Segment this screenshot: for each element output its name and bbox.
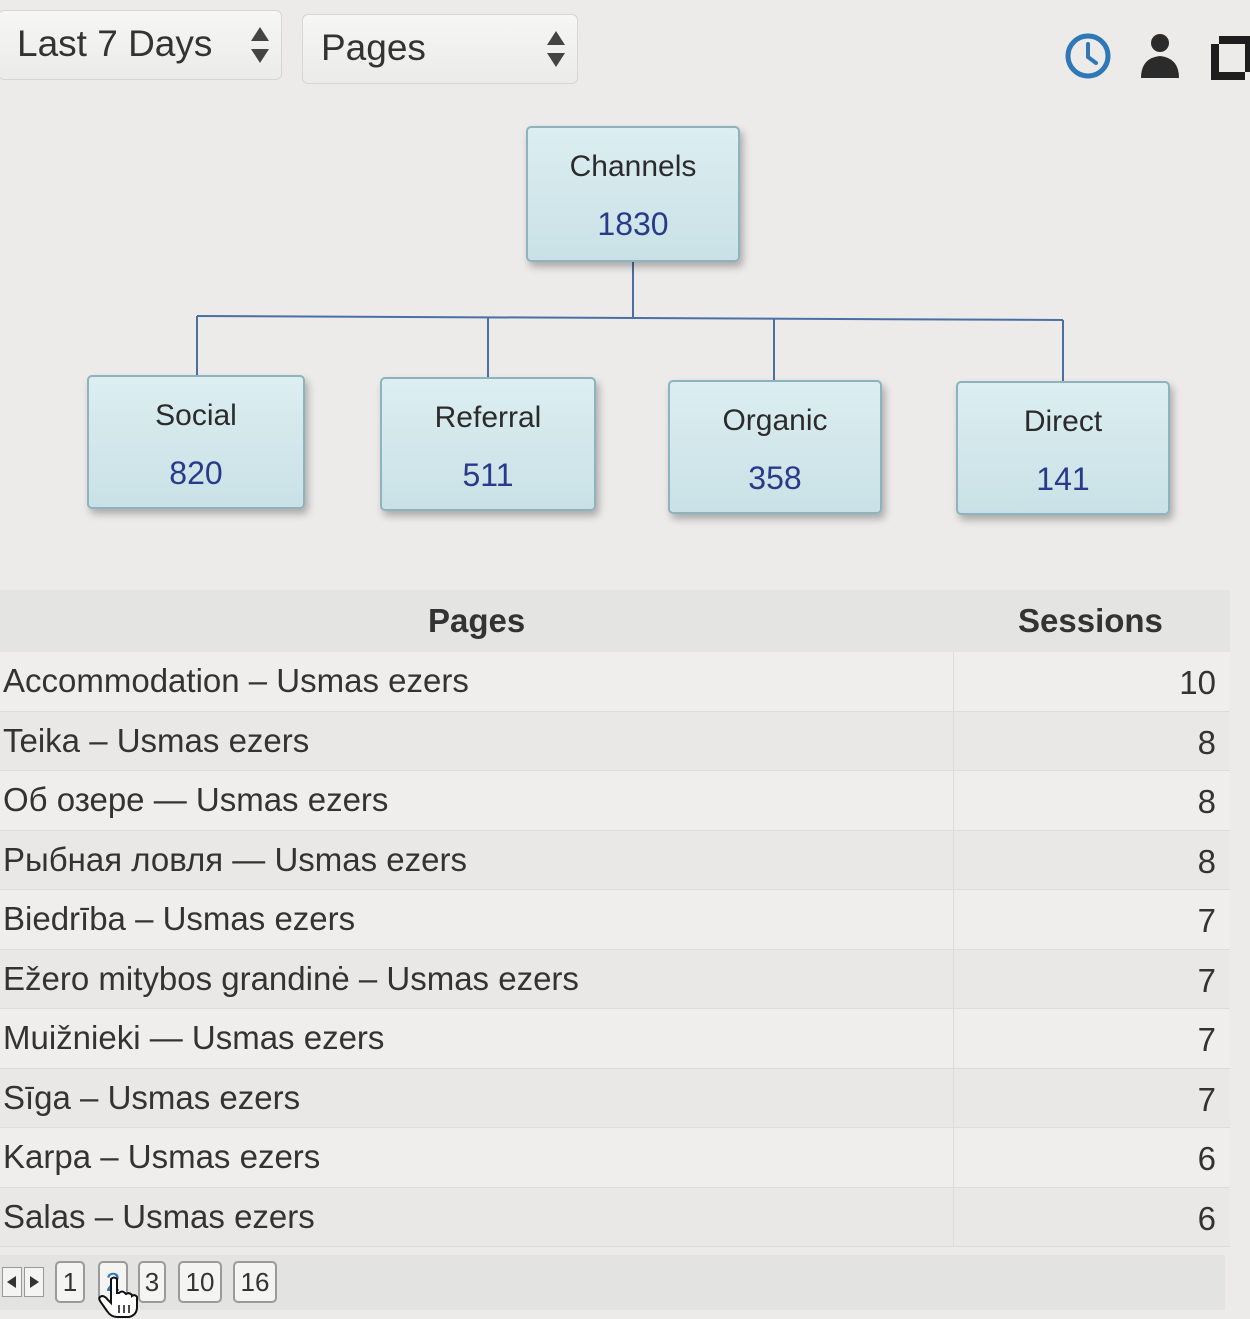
sessions-cell: 8 xyxy=(1197,842,1216,880)
hand-cursor-icon xyxy=(98,1276,138,1318)
table-row[interactable]: Об озере — Usmas ezers 8 xyxy=(0,771,1230,831)
column-header-sessions[interactable]: Sessions xyxy=(1018,602,1163,640)
page-button-1[interactable]: 1 xyxy=(55,1261,85,1303)
column-header-pages[interactable]: Pages xyxy=(428,602,525,640)
sessions-cell: 8 xyxy=(1197,783,1216,820)
pages-table: Pages Sessions Accommodation – Usmas eze… xyxy=(0,590,1230,1247)
node-label: Referral xyxy=(434,401,542,434)
node-value: 141 xyxy=(1036,461,1090,497)
node-label: Channels xyxy=(569,150,697,183)
tree-node-direct[interactable]: Direct 141 xyxy=(956,381,1170,515)
column-divider xyxy=(953,1009,954,1068)
page-cell: Sīga – Usmas ezers xyxy=(3,1078,301,1116)
column-divider xyxy=(953,652,954,711)
page-cell: Рыбная ловля — Usmas ezers xyxy=(3,840,467,878)
page-cell: Salas – Usmas ezers xyxy=(3,1197,315,1235)
table-row[interactable]: Teika – Usmas ezers 8 xyxy=(0,711,1230,771)
page-button-10[interactable]: 10 xyxy=(178,1261,222,1303)
node-label: Organic xyxy=(722,404,828,437)
table-row[interactable]: Muižnieki — Usmas ezers 7 xyxy=(0,1009,1230,1069)
page-cell: Muižnieki — Usmas ezers xyxy=(3,1019,385,1056)
sessions-cell: 7 xyxy=(1197,961,1216,999)
node-value: 820 xyxy=(169,455,223,491)
pagination-bar: 1 2 3 10 16 xyxy=(0,1255,1225,1310)
triangle-right-icon xyxy=(30,1276,39,1288)
table-row[interactable]: Sīga – Usmas ezers 7 xyxy=(0,1068,1230,1128)
page-cell: Ežero mitybos grandinė – Usmas ezers xyxy=(3,959,579,997)
page-cell: Accommodation – Usmas ezers xyxy=(3,662,469,699)
table-header: Pages Sessions xyxy=(0,590,1230,652)
page-cell: Об озере — Usmas ezers xyxy=(3,781,389,818)
tree-node-social[interactable]: Social 820 xyxy=(87,375,305,509)
column-divider xyxy=(953,830,954,889)
tree-node-organic[interactable]: Organic 358 xyxy=(668,380,882,514)
node-label: Social xyxy=(155,399,237,432)
sessions-cell: 6 xyxy=(1197,1140,1216,1177)
sessions-cell: 8 xyxy=(1197,723,1216,761)
triangle-left-icon xyxy=(7,1276,16,1288)
column-divider xyxy=(953,1128,954,1187)
tree-node-root[interactable]: Channels 1830 xyxy=(526,126,740,262)
sessions-cell: 6 xyxy=(1197,1199,1216,1237)
column-divider xyxy=(953,890,954,949)
table-row[interactable]: Biedrība – Usmas ezers 7 xyxy=(0,890,1230,950)
node-value: 511 xyxy=(462,457,514,493)
table-row[interactable]: Karpa – Usmas ezers 6 xyxy=(0,1128,1230,1188)
sessions-cell: 7 xyxy=(1197,902,1216,939)
node-value: 1830 xyxy=(597,206,669,242)
table-row[interactable]: Accommodation – Usmas ezers 10 xyxy=(0,652,1230,712)
next-page-button[interactable] xyxy=(24,1267,44,1297)
sessions-cell: 7 xyxy=(1197,1080,1216,1118)
prev-page-button[interactable] xyxy=(2,1267,22,1297)
table-row[interactable]: Salas – Usmas ezers 6 xyxy=(0,1187,1230,1247)
column-divider xyxy=(953,711,954,770)
node-label: Direct xyxy=(1023,405,1103,438)
page-button-16[interactable]: 16 xyxy=(233,1261,277,1303)
table-row[interactable]: Ežero mitybos grandinė – Usmas ezers 7 xyxy=(0,949,1230,1009)
sessions-cell: 7 xyxy=(1197,1021,1216,1058)
column-divider xyxy=(953,949,954,1008)
tree-node-referral[interactable]: Referral 511 xyxy=(380,377,596,511)
node-value: 358 xyxy=(748,460,802,496)
column-divider xyxy=(953,1068,954,1127)
table-body: Accommodation – Usmas ezers 10 Teika – Us… xyxy=(0,652,1230,1247)
column-divider xyxy=(953,1187,954,1246)
page-cell: Karpa – Usmas ezers xyxy=(3,1138,321,1175)
column-divider xyxy=(953,771,954,830)
page-button-3[interactable]: 3 xyxy=(138,1261,166,1303)
sessions-cell: 10 xyxy=(1179,664,1216,701)
table-row[interactable]: Рыбная ловля — Usmas ezers 8 xyxy=(0,830,1230,890)
page-cell: Teika – Usmas ezers xyxy=(3,721,310,759)
page-cell: Biedrība – Usmas ezers xyxy=(3,900,356,937)
